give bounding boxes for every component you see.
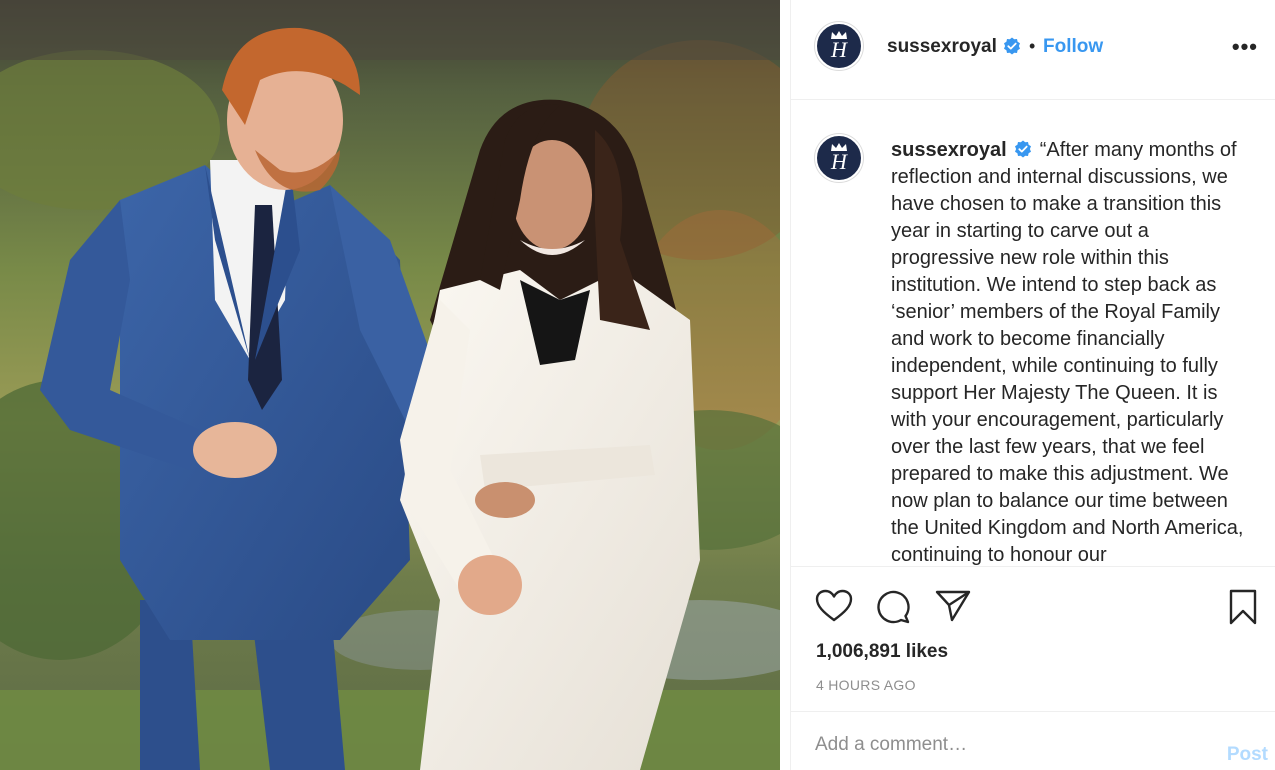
header-username[interactable]: sussexroyal bbox=[887, 36, 997, 58]
crown-icon bbox=[831, 143, 847, 151]
post-timestamp[interactable]: 4 HOURS AGO bbox=[816, 677, 916, 693]
avatar-monogram: H bbox=[831, 37, 847, 62]
caption-text: “After many months of reflection and int… bbox=[891, 139, 1244, 565]
more-options-icon[interactable]: ••• bbox=[1232, 34, 1258, 60]
crown-icon bbox=[831, 31, 847, 39]
post-comment-button[interactable]: Post bbox=[1227, 744, 1268, 766]
caption: sussexroyal “After many months of reflec… bbox=[891, 137, 1256, 565]
post-photo[interactable] bbox=[0, 0, 780, 770]
photo-illustration bbox=[0, 0, 780, 770]
follow-button[interactable]: Follow bbox=[1043, 36, 1103, 58]
comment-bar: Post bbox=[791, 711, 1275, 770]
likes-count[interactable]: 1,006,891 likes bbox=[816, 641, 948, 663]
profile-avatar[interactable]: H bbox=[815, 22, 863, 70]
heart-icon[interactable] bbox=[815, 589, 853, 623]
comment-icon[interactable] bbox=[875, 589, 911, 625]
avatar-monogram: H bbox=[831, 149, 847, 174]
caption-area: H sussexroyal “After many months of refl… bbox=[791, 100, 1275, 565]
post-actions: 1,006,891 likes 4 HOURS AGO bbox=[791, 566, 1275, 711]
bookmark-icon[interactable] bbox=[1228, 589, 1258, 625]
post-side-panel: H sussexroyal • Follow ••• H sussexroyal… bbox=[790, 0, 1275, 770]
caption-avatar[interactable]: H bbox=[815, 134, 863, 182]
verified-badge-icon bbox=[1015, 140, 1032, 158]
caption-username[interactable]: sussexroyal bbox=[891, 139, 1007, 161]
share-icon[interactable] bbox=[935, 589, 971, 623]
comment-input[interactable] bbox=[815, 730, 1195, 760]
verified-badge-icon bbox=[1004, 37, 1020, 55]
post-header: H sussexroyal • Follow ••• bbox=[791, 0, 1275, 100]
header-separator: • bbox=[1029, 36, 1036, 56]
